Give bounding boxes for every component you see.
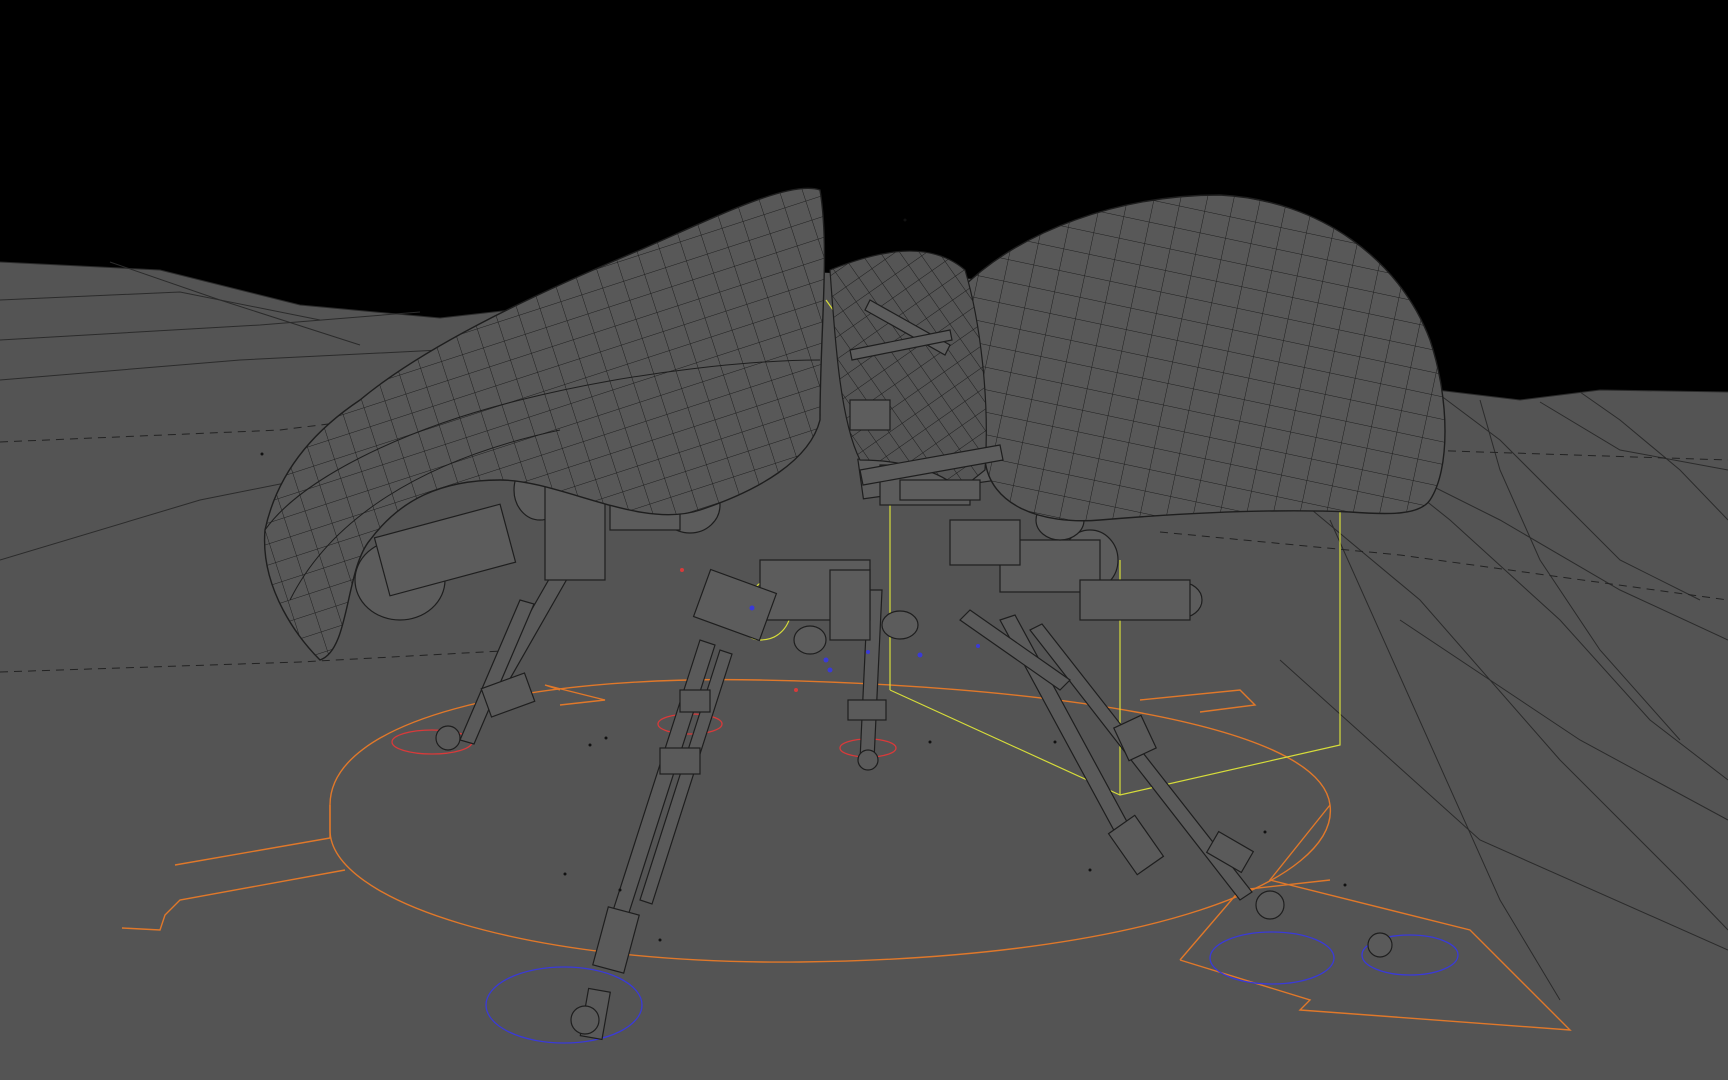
viewport-scene[interactable] — [0, 0, 1728, 1080]
3d-viewport[interactable] — [0, 0, 1728, 1080]
